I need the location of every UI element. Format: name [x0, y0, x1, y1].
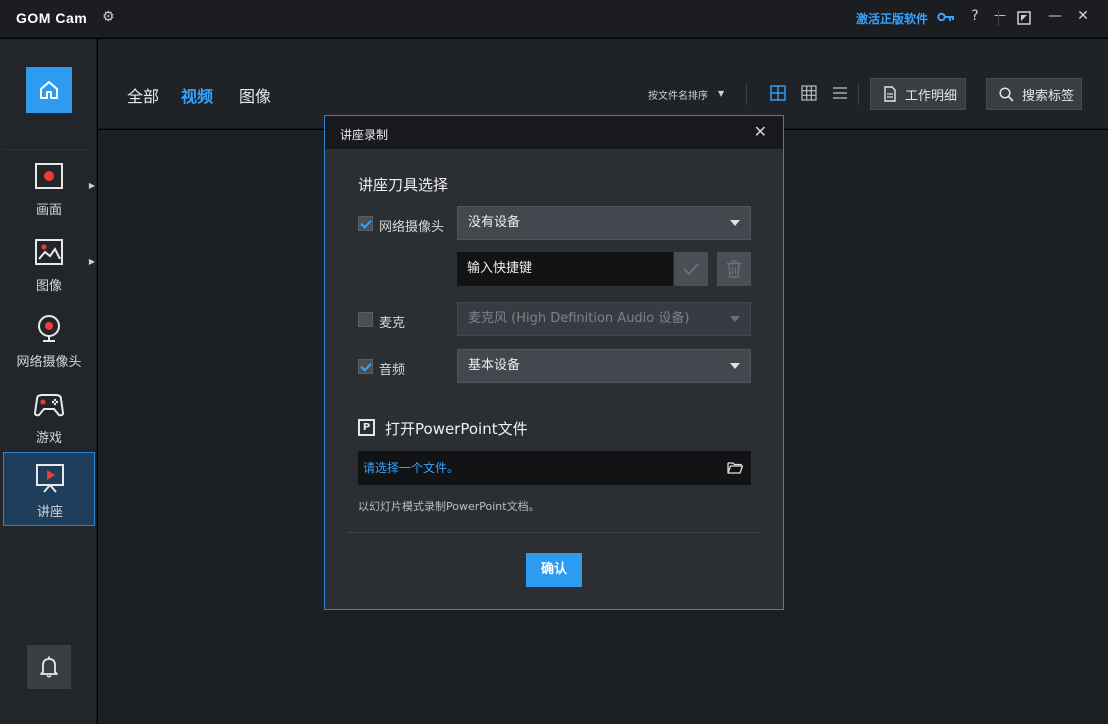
- webcam-checkbox[interactable]: [358, 216, 373, 231]
- small-grid-view-icon[interactable]: [801, 85, 817, 101]
- toolbar-divider: [746, 83, 747, 105]
- lecture-record-dialog: 讲座录制 ✕ 讲座刀具选择 网络摄像头 没有设备 输入快捷键 麦克 麦克风 (H…: [324, 115, 784, 610]
- sidebar-item-label: 图像: [35, 279, 62, 294]
- tab-image[interactable]: 图像: [239, 83, 271, 107]
- help-button[interactable]: ?: [965, 8, 985, 24]
- list-view-icon[interactable]: [832, 85, 848, 101]
- sidebar-item-label: 讲座: [36, 505, 63, 520]
- sidebar-item-webcam[interactable]: 网络摄像头: [3, 303, 95, 375]
- audio-device-value: 基本设备: [468, 358, 521, 373]
- sidebar-item-image[interactable]: 图像 ▶: [3, 227, 95, 299]
- confirm-button[interactable]: 确认: [526, 553, 582, 587]
- checkmark-icon: [683, 263, 699, 276]
- image-icon: [35, 239, 63, 265]
- chevron-down-icon: [730, 316, 740, 322]
- notifications-button[interactable]: [27, 645, 71, 689]
- tab-all[interactable]: 全部: [127, 83, 159, 107]
- home-icon: [40, 81, 58, 99]
- dialog-title: 讲座录制: [340, 128, 389, 142]
- hotkey-input[interactable]: 输入快捷键: [457, 252, 673, 286]
- document-icon: [884, 86, 896, 102]
- bell-icon: [40, 656, 58, 678]
- trash-icon: [727, 260, 741, 278]
- activate-license-link[interactable]: 激活正版软件: [856, 10, 928, 27]
- titlebar-divider: [998, 10, 999, 26]
- title-bar: GOM Cam ⚙ 激活正版软件 ? — — ✕: [0, 0, 1108, 38]
- app-logo: GOM Cam: [16, 10, 88, 26]
- webcam-icon: [38, 315, 60, 342]
- ppt-file-input[interactable]: 请选择一个文件。: [358, 451, 751, 485]
- key-icon[interactable]: [937, 10, 955, 24]
- gamepad-icon: [33, 394, 65, 417]
- dialog-divider: [347, 532, 761, 533]
- sidebar-item-label: 网络摄像头: [16, 355, 82, 370]
- ppt-hint-text: 以幻灯片模式录制PowerPoint文档。: [358, 500, 540, 513]
- work-detail-label: 工作明细: [905, 88, 958, 104]
- sidebar-item-label: 游戏: [35, 431, 62, 446]
- minimize-window-button[interactable]: —: [1045, 8, 1065, 24]
- search-icon: [999, 86, 1014, 102]
- sidebar: 画面 ▶ 图像 ▶ 网络摄像头 游戏 讲座: [0, 39, 97, 724]
- sidebar-divider: [3, 149, 89, 150]
- chevron-right-icon: ▶: [88, 257, 95, 266]
- chevron-down-icon[interactable]: ▼: [718, 89, 724, 98]
- sidebar-item-screen[interactable]: 画面 ▶: [3, 151, 95, 223]
- audio-device-select[interactable]: 基本设备: [457, 349, 751, 383]
- search-tag-button[interactable]: 搜索标签: [986, 78, 1082, 110]
- restore-window-icon[interactable]: [1017, 11, 1031, 25]
- settings-gear-icon[interactable]: ⚙: [102, 9, 115, 25]
- lecture-icon: [36, 464, 64, 493]
- mic-checkbox[interactable]: [358, 312, 373, 327]
- tab-video[interactable]: 视频: [181, 83, 213, 107]
- screen-record-icon: [35, 163, 63, 189]
- audio-checkbox[interactable]: [358, 359, 373, 374]
- dialog-header: 讲座录制 ✕: [325, 116, 783, 149]
- chevron-down-icon: [730, 220, 740, 226]
- mic-device-value: 麦克风 (High Definition Audio 设备): [468, 311, 690, 326]
- close-icon[interactable]: ✕: [754, 122, 767, 141]
- sidebar-item-game[interactable]: 游戏: [3, 379, 95, 451]
- mic-label: 麦克: [379, 316, 406, 331]
- audio-label: 音频: [379, 363, 406, 378]
- delete-hotkey-button[interactable]: [717, 252, 751, 286]
- webcam-device-value: 没有设备: [468, 215, 521, 230]
- sidebar-item-lecture[interactable]: 讲座: [3, 452, 95, 526]
- chevron-right-icon: ▶: [88, 181, 95, 190]
- webcam-device-select[interactable]: 没有设备: [457, 206, 751, 240]
- folder-open-icon[interactable]: [727, 461, 743, 474]
- toolbar-divider: [858, 83, 859, 105]
- close-window-button[interactable]: ✕: [1073, 8, 1093, 24]
- webcam-label: 网络摄像头: [379, 220, 445, 235]
- section-title: 讲座刀具选择: [358, 176, 449, 194]
- powerpoint-title: 打开PowerPoint文件: [385, 420, 528, 438]
- minimize-button[interactable]: —: [990, 8, 1010, 22]
- file-placeholder: 请选择一个文件。: [363, 461, 460, 475]
- powerpoint-icon: P: [358, 419, 375, 436]
- chevron-down-icon: [730, 363, 740, 369]
- confirm-hotkey-button[interactable]: [674, 252, 708, 286]
- work-detail-button[interactable]: 工作明细: [870, 78, 966, 110]
- home-button[interactable]: [26, 67, 72, 113]
- sidebar-item-label: 画面: [35, 203, 62, 218]
- large-grid-view-icon[interactable]: [770, 85, 786, 101]
- search-tag-label: 搜索标签: [1022, 88, 1075, 104]
- sort-dropdown[interactable]: 按文件名排序: [648, 87, 708, 102]
- mic-device-select[interactable]: 麦克风 (High Definition Audio 设备): [457, 302, 751, 336]
